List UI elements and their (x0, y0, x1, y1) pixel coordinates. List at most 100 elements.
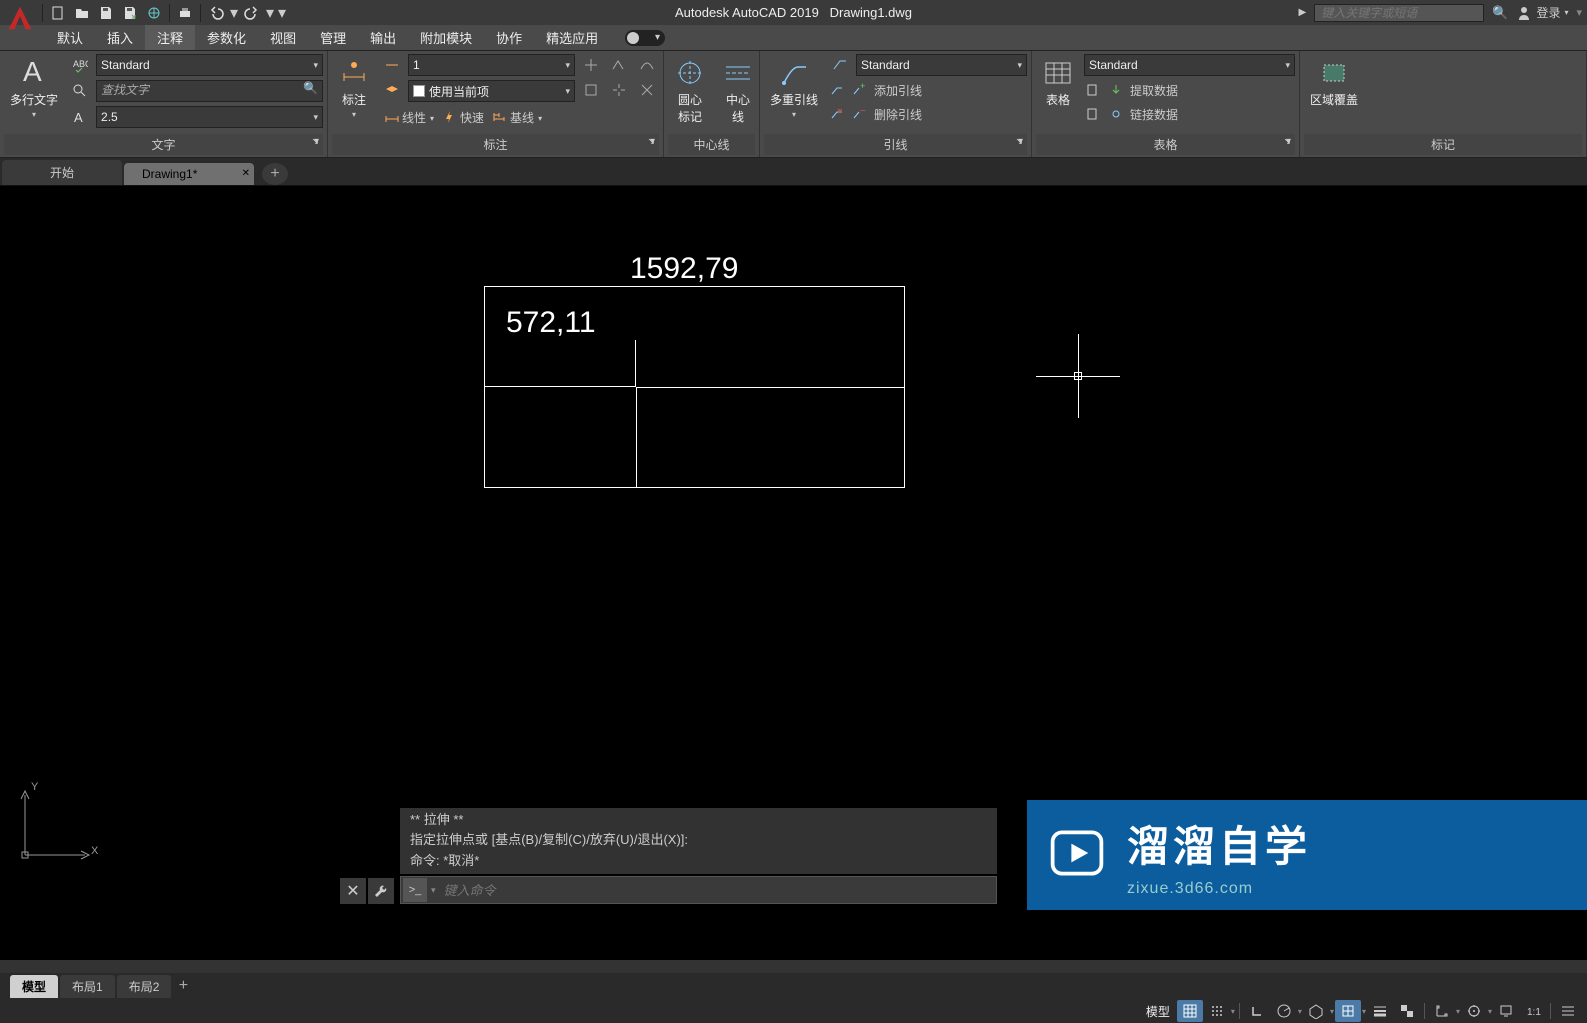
new-icon[interactable] (47, 2, 69, 24)
undo-icon[interactable] (205, 2, 227, 24)
mtext-button[interactable]: A 多行文字 ▾ (4, 53, 64, 123)
lineweight-icon[interactable] (1367, 1000, 1393, 1022)
login-button[interactable]: 登录 ▾ (1516, 4, 1568, 21)
open-icon[interactable] (71, 2, 93, 24)
minimize-icon[interactable]: ▾ (1576, 6, 1582, 19)
mleader-button[interactable]: 多重引线 ▾ (764, 53, 824, 123)
cmd-prompt-icon[interactable]: >_ (403, 878, 427, 902)
layout-tab-model[interactable]: 模型 (10, 975, 58, 998)
panel-text: A 多行文字 ▾ ABC Standard 查找文字🔍 A 2.5 文字 (0, 51, 328, 157)
ribbon-collapse[interactable]: ▾ (655, 32, 660, 43)
menu-insert[interactable]: 插入 (95, 25, 145, 50)
layout-tab-2[interactable]: 布局2 (117, 975, 172, 998)
spellcheck-icon[interactable]: ABC (68, 54, 92, 76)
panel-title-dim[interactable]: 标注 (332, 134, 659, 155)
osnap-icon[interactable] (1335, 1000, 1361, 1022)
undo-dropdown[interactable]: ▾ (229, 2, 239, 24)
menu-parametric[interactable]: 参数化 (195, 25, 258, 50)
panel-title-text[interactable]: 文字 (4, 134, 323, 155)
customize-icon[interactable] (1555, 1000, 1581, 1022)
save-icon[interactable] (95, 2, 117, 24)
app-logo[interactable] (2, 0, 37, 35)
tab-drawing1[interactable]: Drawing1*✕ (124, 163, 254, 185)
web-save-icon[interactable] (143, 2, 165, 24)
ortho-icon[interactable] (1244, 1000, 1270, 1022)
extract-button[interactable]: 提取数据 (1084, 79, 1295, 101)
redo-icon[interactable] (241, 2, 263, 24)
menu-view[interactable]: 视图 (258, 25, 308, 50)
text-height-dropdown[interactable]: 2.5 (96, 106, 323, 128)
close-icon[interactable]: ✕ (242, 168, 250, 179)
remove-leader-button[interactable]: − 删除引线 (828, 103, 1027, 125)
add-leader-button[interactable]: + 添加引线 (828, 79, 1027, 101)
panel-title-leader[interactable]: 引线 (764, 134, 1027, 155)
scale-icon[interactable] (1429, 1000, 1455, 1022)
menu-addin[interactable]: 附加模块 (408, 25, 484, 50)
dim-layer-dropdown[interactable]: 使用当前项 (408, 80, 575, 102)
menu-output[interactable]: 输出 (358, 25, 408, 50)
table-button[interactable]: 表格 (1036, 53, 1080, 112)
menu-collab[interactable]: 协作 (484, 25, 534, 50)
cmd-wrench-icon[interactable] (368, 878, 394, 904)
snap-icon[interactable] (1204, 1000, 1230, 1022)
dim-tool5-icon[interactable] (607, 79, 631, 101)
saveas-icon[interactable] (119, 2, 141, 24)
wipeout-button[interactable]: 区域覆盖 (1304, 53, 1364, 112)
layout-tab-1[interactable]: 布局1 (60, 975, 115, 998)
grid-icon[interactable] (1177, 1000, 1203, 1022)
centerline-button[interactable]: 中心线 (716, 53, 760, 129)
status-model-label[interactable]: 模型 (1140, 1003, 1176, 1020)
leader-style-icon[interactable] (828, 54, 852, 76)
search-input[interactable] (1314, 4, 1484, 22)
dim-linear-button[interactable]: 线性 (380, 106, 438, 128)
panel-title-table[interactable]: 表格 (1036, 134, 1295, 155)
cmd-dropdown-icon[interactable]: ▾ (429, 885, 438, 896)
dim-tool4-icon[interactable] (579, 79, 603, 101)
dim-continue-button[interactable]: 基线 (488, 106, 546, 128)
dim-scale-dropdown[interactable]: 1 (408, 54, 575, 76)
dimension-button[interactable]: 标注 ▾ (332, 53, 376, 123)
dim-tool1-icon[interactable] (579, 54, 603, 76)
polar-icon[interactable] (1271, 1000, 1297, 1022)
link-button[interactable]: 链接数据 (1084, 103, 1295, 125)
dimension-text-2: 572,11 (506, 306, 596, 340)
binoculars-icon[interactable]: 🔍 (1492, 5, 1508, 21)
find-icon[interactable] (68, 80, 92, 102)
redo-dropdown[interactable]: ▾ (265, 2, 275, 24)
dim-layer-icon[interactable] (380, 80, 404, 102)
drawing-canvas[interactable]: 1592,79 572,11 Y X ✕ ** 拉伸 ** 指定拉伸点或 [基点… (0, 186, 1587, 960)
dim-tool6-icon[interactable] (635, 79, 659, 101)
scale-icon[interactable]: A (68, 106, 92, 128)
find-text-input[interactable]: 查找文字🔍 (96, 80, 323, 102)
dim-quick-button[interactable]: 快速 (438, 106, 488, 128)
dim-tool2-icon[interactable] (607, 54, 631, 76)
dim-tool3-icon[interactable] (635, 54, 659, 76)
layout-add-button[interactable]: + (173, 976, 193, 996)
annomonitor-icon[interactable] (1493, 1000, 1519, 1022)
panel-dimension: 标注 ▾ 1 使用当前项 线性 快速 基线 (328, 51, 664, 157)
menu-default[interactable]: 默认 (45, 25, 95, 50)
qat-more[interactable]: ▾ (277, 2, 287, 24)
leader-style-dropdown[interactable]: Standard (856, 54, 1027, 76)
text-style-dropdown[interactable]: Standard (96, 54, 323, 76)
isodraft-icon[interactable] (1303, 1000, 1329, 1022)
table-style-dropdown[interactable]: Standard (1084, 54, 1295, 76)
workspace-icon[interactable] (1461, 1000, 1487, 1022)
units-icon[interactable]: 1:1 (1520, 1000, 1546, 1022)
command-area: ** 拉伸 ** 指定拉伸点或 [基点(B)/复制(C)/放弃(U)/退出(X)… (400, 808, 997, 904)
menu-annotate[interactable]: 注释 (145, 25, 195, 50)
play-icon[interactable]: ▶ (1299, 7, 1307, 18)
tab-start[interactable]: 开始 (2, 160, 122, 185)
plot-icon[interactable] (174, 2, 196, 24)
centermark-button[interactable]: 圆心 标记 (668, 53, 712, 129)
window-title: Autodesk AutoCAD 2019 Drawing1.dwg (675, 5, 912, 20)
add-tab-button[interactable]: + (262, 163, 288, 185)
watermark: 溜溜自学 zixue.3d66.com (1027, 800, 1587, 910)
command-input[interactable] (438, 883, 996, 898)
dim-scale-icon[interactable] (380, 54, 404, 76)
menu-featured[interactable]: 精选应用 (534, 25, 610, 50)
panel-leader: 多重引线 ▾ Standard + 添加引线 − 删除引线 (760, 51, 1032, 157)
transparency-icon[interactable] (1394, 1000, 1420, 1022)
menu-manage[interactable]: 管理 (308, 25, 358, 50)
cmd-close-icon[interactable]: ✕ (340, 878, 366, 904)
